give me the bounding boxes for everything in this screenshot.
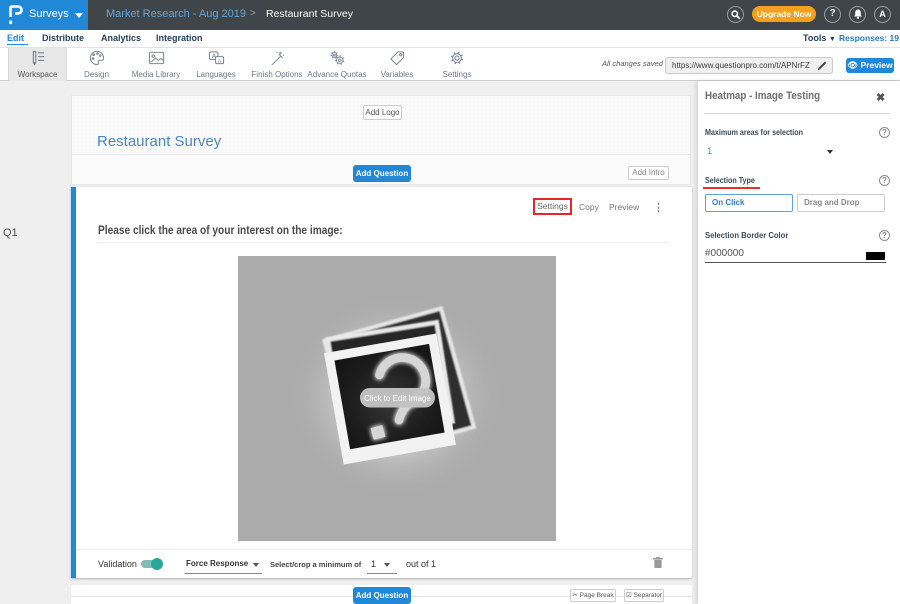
svg-text:Click to Edit Image: Click to Edit Image <box>364 394 431 403</box>
